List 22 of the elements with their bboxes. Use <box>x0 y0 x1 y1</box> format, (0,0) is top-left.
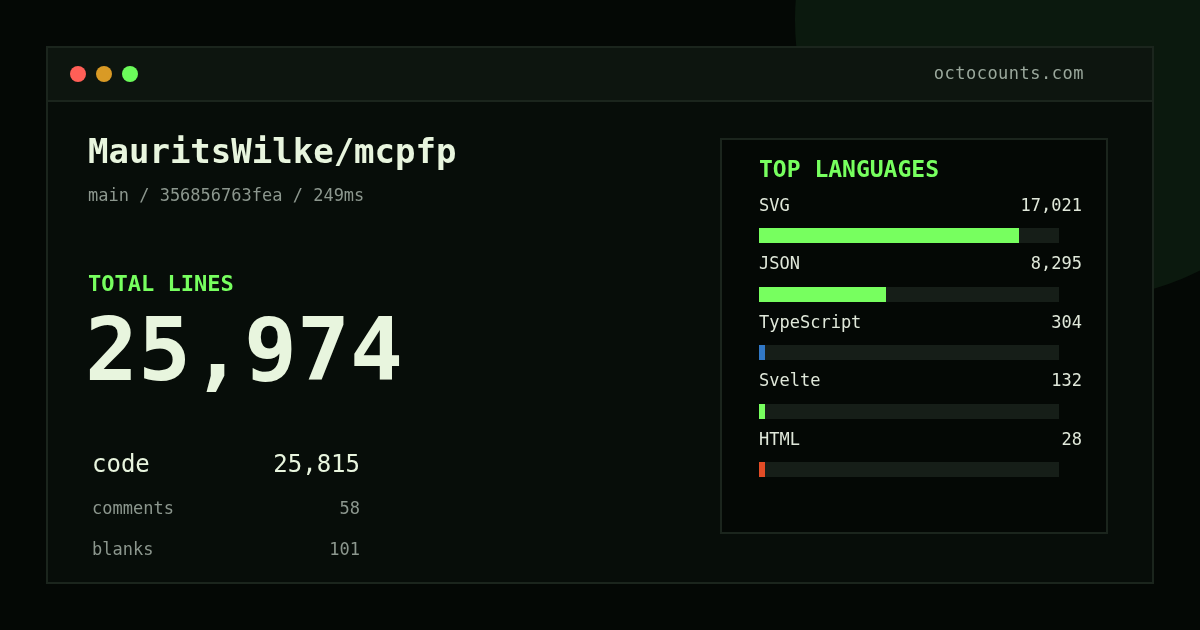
language-count: 132 <box>1051 369 1082 392</box>
language-name: JSON <box>759 252 800 275</box>
language-name: HTML <box>759 427 800 451</box>
language-name: Svelte <box>759 369 821 392</box>
language-count: 304 <box>1051 310 1082 334</box>
total-value: 25,974 <box>85 305 404 394</box>
language-count: 17,021 <box>1020 193 1082 217</box>
language-count: 8,295 <box>1030 252 1082 275</box>
repo-title: MauritsWilke/mcpfp <box>88 130 458 173</box>
stat-label: comments <box>92 496 174 520</box>
panel-title: TOP LANGUAGES <box>759 155 940 184</box>
stat-value: 101 <box>329 538 360 561</box>
language-count: 28 <box>1061 427 1082 451</box>
site-domain: octocounts.com <box>933 62 1084 86</box>
language-name: TypeScript <box>759 310 862 334</box>
stat-value: 58 <box>339 496 360 520</box>
stat-label: blanks <box>92 538 154 561</box>
repo-meta: main / 356856763fea / 249ms <box>88 184 366 207</box>
total-label: TOTAL LINES <box>88 269 235 298</box>
stat-value: 25,815 <box>273 448 360 480</box>
stat-label: code <box>92 448 150 480</box>
language-name: SVG <box>759 193 790 217</box>
